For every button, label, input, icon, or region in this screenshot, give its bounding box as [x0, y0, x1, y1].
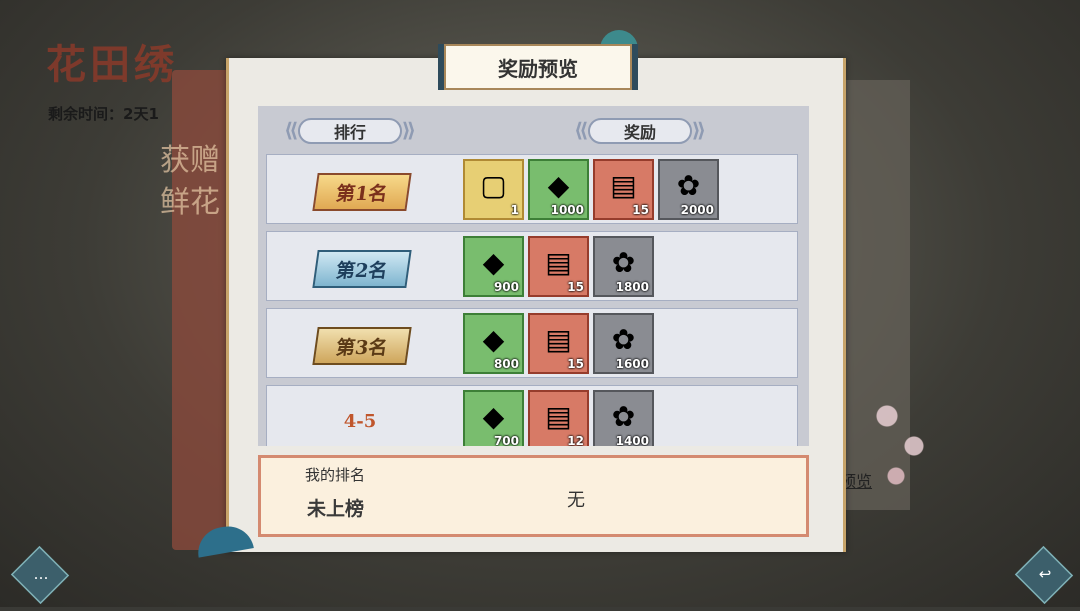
lotus-icon: ✿ [611, 323, 636, 356]
my-reward-value: 无 [567, 490, 585, 511]
rank-badge: 4-5 [343, 410, 377, 432]
item-quantity: 1400 [615, 434, 649, 446]
frame-item-icon: ▢ [480, 169, 507, 202]
reward-item-book[interactable]: ▤ 15 [528, 313, 589, 374]
item-quantity: 1000 [550, 203, 584, 217]
lotus-icon: ✿ [611, 400, 636, 433]
reward-item-book[interactable]: ▤ 15 [593, 159, 654, 220]
reward-item-crystal[interactable]: ◆ 1000 [528, 159, 589, 220]
book-icon: ▤ [610, 169, 637, 202]
book-icon: ▤ [545, 400, 572, 433]
my-rank-value: 未上榜 [307, 498, 365, 520]
back-arrow-icon: ↩ [1038, 564, 1052, 583]
item-quantity: 2000 [680, 203, 714, 217]
my-rank-panel: 我的排名 未上榜 无 [258, 455, 809, 537]
rank-badge: 第2名 [312, 250, 412, 288]
reward-item-crystal[interactable]: ◆ 900 [463, 236, 524, 297]
reward-row: 4-5 ◆ 700 ▤ 12 ✿ 1400 [266, 385, 798, 446]
crystal-icon: ◆ [482, 246, 505, 279]
reward-item-book[interactable]: ▤ 12 [528, 390, 589, 446]
item-quantity: 15 [567, 357, 584, 371]
reward-row: 第2名 ◆ 900 ▤ 15 ✿ 1800 [266, 231, 798, 301]
reward-item-lotus[interactable]: ✿ 1400 [593, 390, 654, 446]
reward-item-lotus[interactable]: ✿ 2000 [658, 159, 719, 220]
crystal-icon: ◆ [547, 169, 570, 202]
chat-icon: … [33, 564, 49, 583]
rank-badge: 第3名 [312, 327, 412, 365]
reward-item-frame[interactable]: ▢ 1 [463, 159, 524, 220]
blossom-decoration [860, 380, 950, 500]
reward-item-crystal[interactable]: ◆ 800 [463, 313, 524, 374]
reward-item-crystal[interactable]: ◆ 700 [463, 390, 524, 446]
reward-item-book[interactable]: ▤ 15 [528, 236, 589, 297]
lotus-icon: ✿ [676, 169, 701, 202]
item-quantity: 1800 [615, 280, 649, 294]
item-quantity: 12 [567, 434, 584, 446]
vertical-banner-text: 获赠鲜花 [160, 143, 220, 220]
reward-item-lotus[interactable]: ✿ 1600 [593, 313, 654, 374]
item-quantity: 15 [632, 203, 649, 217]
reward-list[interactable]: 排行 奖励 第1名 ▢1 ◆1000 ▤15 ✿2000 第2名 ◆900 ▤1… [258, 106, 809, 446]
dialog-title: 奖励预览 [438, 44, 638, 90]
item-quantity: 1 [510, 203, 519, 217]
reward-column-header: 奖励 [574, 118, 706, 144]
item-quantity: 1600 [615, 357, 649, 371]
book-icon: ▤ [545, 246, 572, 279]
my-rank-label: 我的排名 [305, 466, 366, 484]
crystal-icon: ◆ [482, 323, 505, 356]
crystal-icon: ◆ [482, 400, 505, 433]
reward-item-lotus[interactable]: ✿ 1800 [593, 236, 654, 297]
reward-row: 第3名 ◆ 800 ▤ 15 ✿ 1600 [266, 308, 798, 378]
rank-badge: 第1名 [312, 173, 412, 211]
item-quantity: 15 [567, 280, 584, 294]
item-quantity: 800 [493, 357, 519, 371]
time-remaining: 剩余时间：2天1 [48, 105, 159, 123]
rank-column-header: 排行 [284, 118, 416, 144]
lotus-icon: ✿ [611, 246, 636, 279]
item-quantity: 900 [493, 280, 519, 294]
book-icon: ▤ [545, 323, 572, 356]
item-quantity: 700 [493, 434, 519, 446]
reward-row: 第1名 ▢ 1 ◆ 1000 ▤ 15 ✿ 2000 [266, 154, 798, 224]
event-title: 花田绣 [46, 41, 178, 88]
